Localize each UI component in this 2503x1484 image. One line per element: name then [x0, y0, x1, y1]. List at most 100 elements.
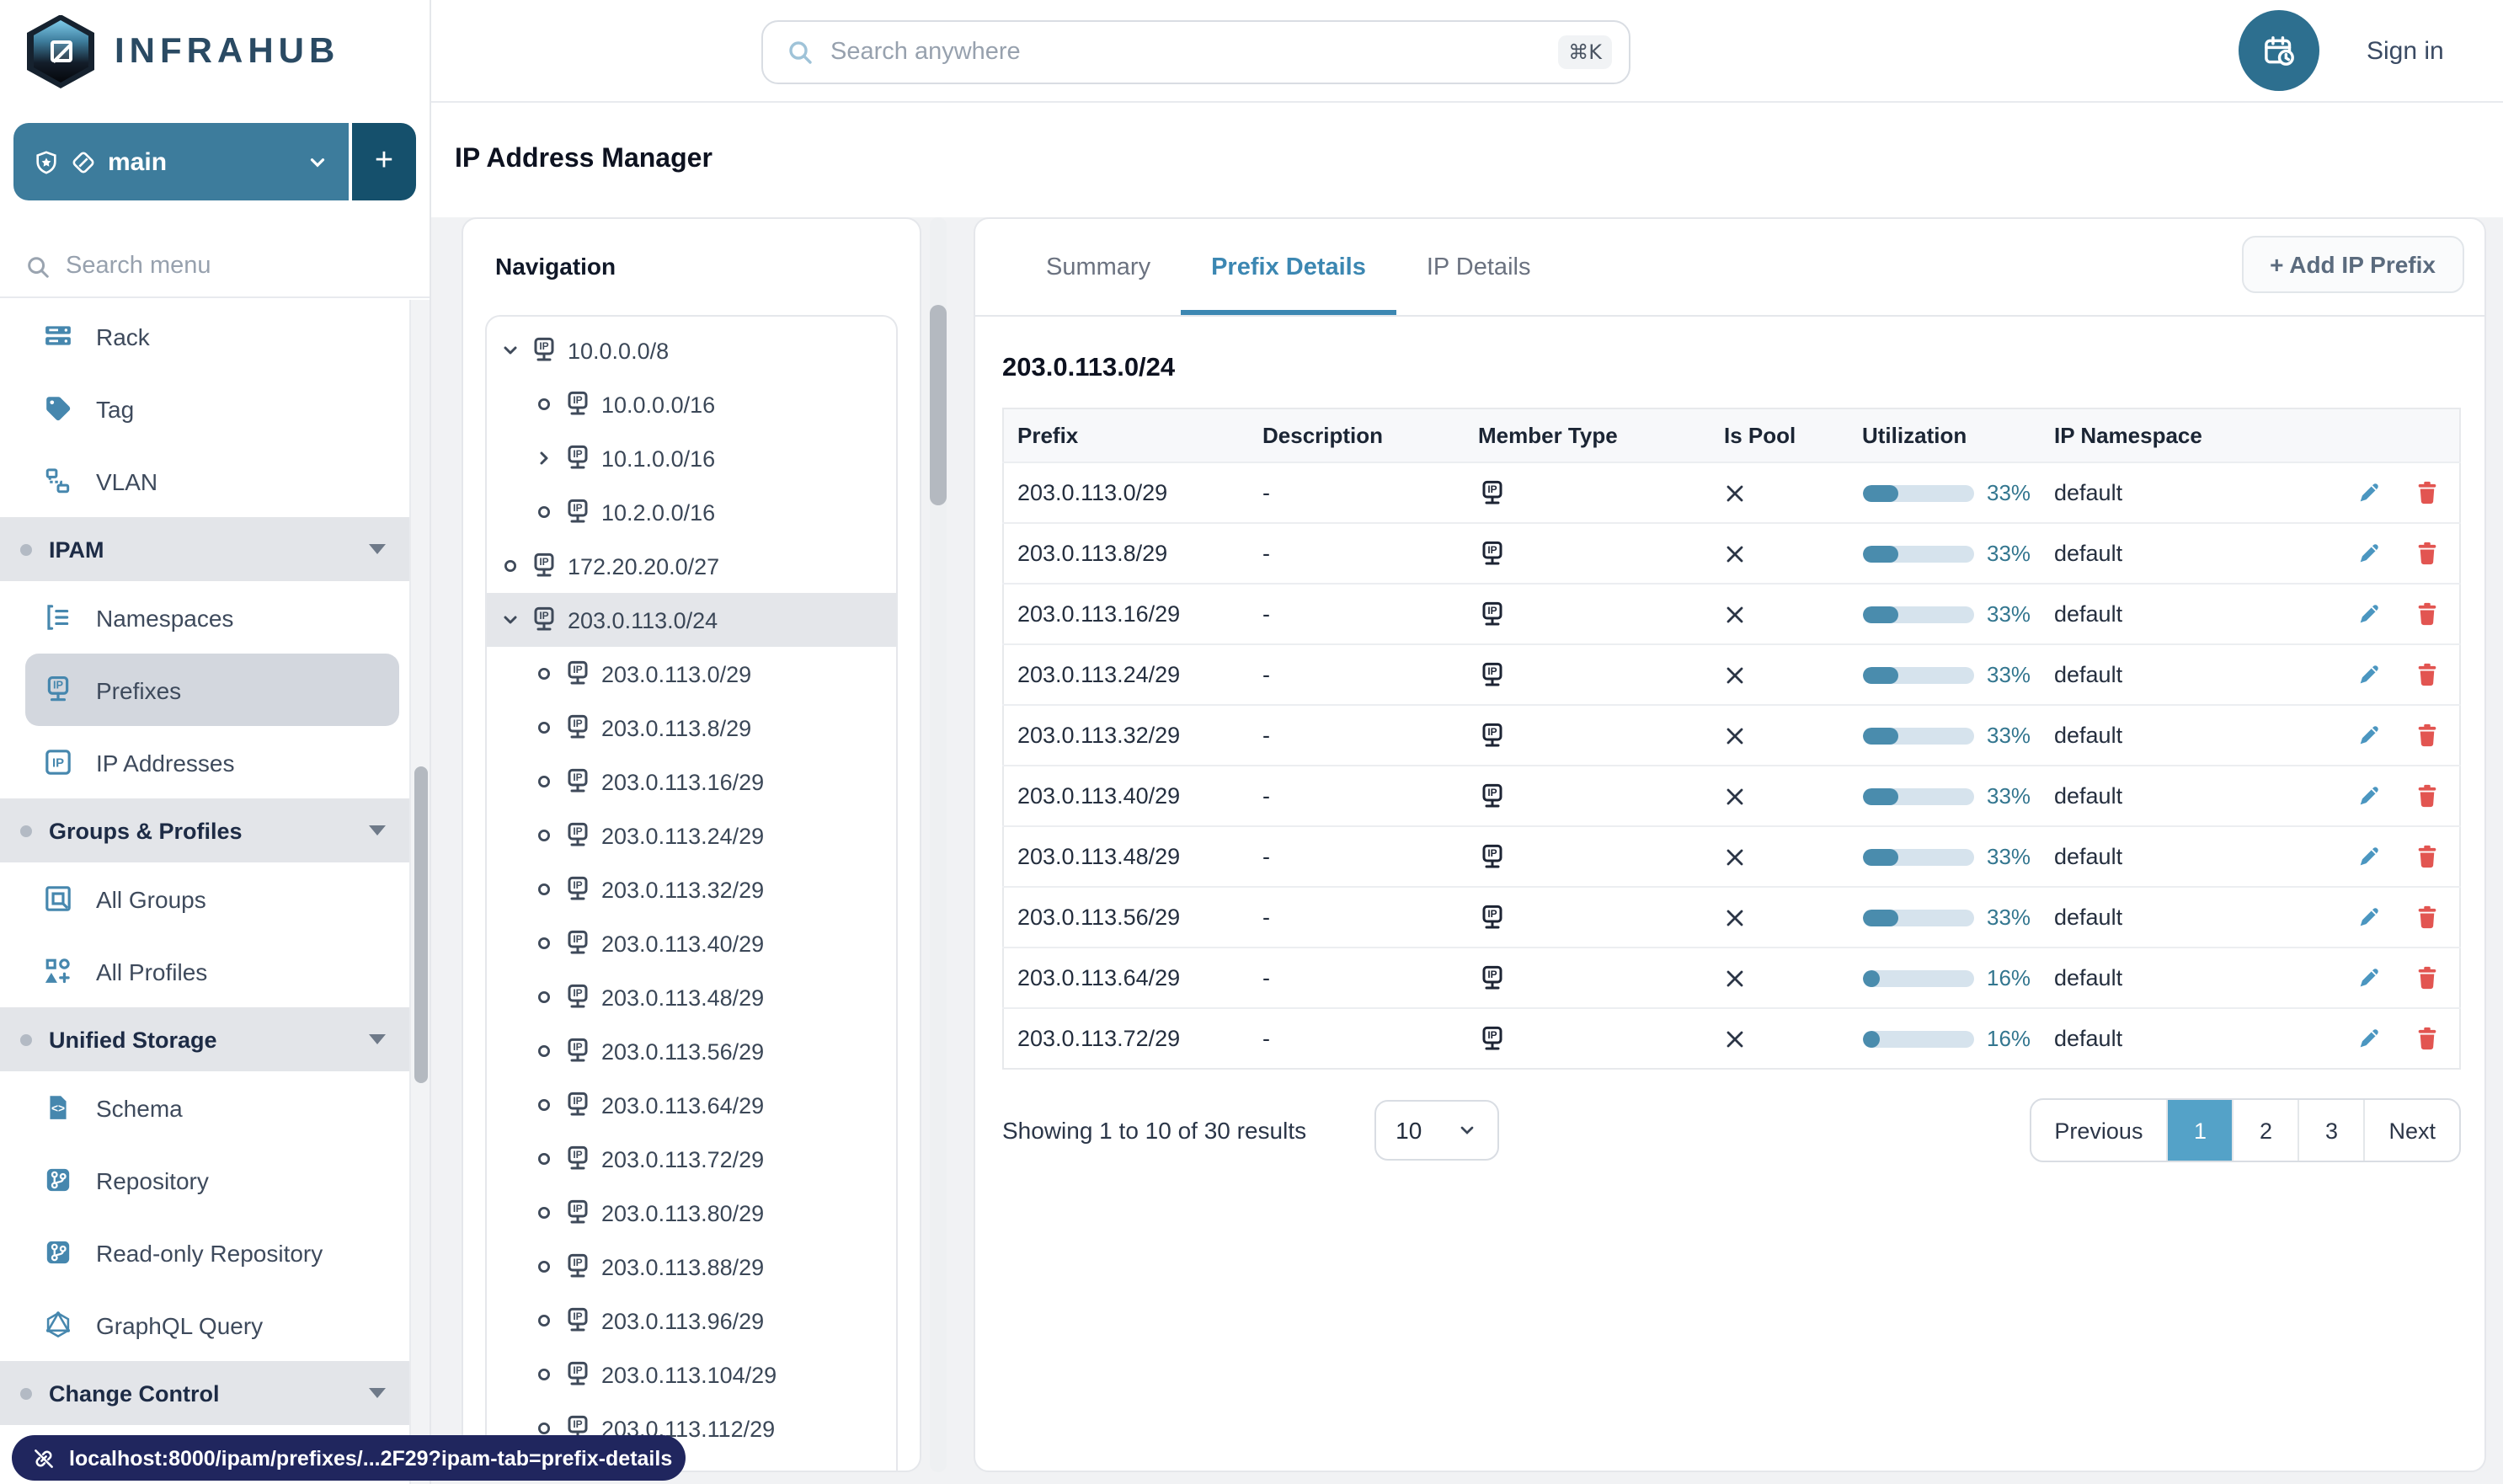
rack-icon — [44, 321, 74, 351]
tree-item-label: 203.0.113.24/29 — [601, 823, 765, 848]
tree-item[interactable]: IP 203.0.113.56/29 — [497, 1024, 896, 1078]
sidebar-section-ipam[interactable]: IPAM — [0, 517, 409, 581]
tree-item[interactable]: IP 203.0.113.0/29 — [497, 647, 896, 701]
proposed-change-icon — [71, 149, 96, 174]
sidebar-item-rack[interactable]: Rack — [0, 300, 409, 372]
tree-item[interactable]: IP 203.0.113.0/24 — [487, 593, 896, 647]
edit-row-button[interactable] — [2356, 723, 2382, 748]
page-button-3[interactable]: 3 — [2298, 1100, 2363, 1161]
tab-summary[interactable]: Summary — [1016, 219, 1181, 315]
sign-in-button[interactable]: Sign in — [2367, 0, 2444, 103]
trash-icon — [2418, 784, 2436, 808]
page-button-2[interactable]: 2 — [2232, 1100, 2298, 1161]
logo[interactable]: INFRAHUB — [0, 0, 430, 103]
table-footer: Showing 1 to 10 of 30 results 10 Previou… — [1002, 1098, 2461, 1162]
sidebar-section-change-control[interactable]: Change Control — [0, 1361, 409, 1425]
sidebar-section-unified-storage[interactable]: Unified Storage — [0, 1007, 409, 1071]
sidebar-section-label: Unified Storage — [49, 1027, 217, 1052]
tree-item[interactable]: IP 203.0.113.48/29 — [497, 970, 896, 1024]
delete-row-button[interactable] — [2415, 723, 2439, 748]
global-search[interactable]: ⌘K — [761, 20, 1630, 84]
tree-item[interactable]: IP 172.20.20.0/27 — [497, 539, 896, 593]
edit-row-button[interactable] — [2356, 783, 2382, 809]
tree-item-label: 203.0.113.32/29 — [601, 877, 765, 902]
topbar: ⌘K Sign in — [431, 0, 2503, 103]
create-branch-button[interactable]: + — [352, 123, 416, 200]
tree-item[interactable]: IP 203.0.113.16/29 — [497, 755, 896, 809]
tab-ip-details[interactable]: IP Details — [1396, 219, 1561, 315]
delete-row-button[interactable] — [2415, 783, 2439, 809]
trash-icon — [2418, 602, 2436, 626]
tab-bar: Summary Prefix Details IP Details + Add IP… — [975, 219, 2484, 317]
tree-item[interactable]: IP 203.0.113.88/29 — [497, 1240, 896, 1294]
add-ip-prefix-button[interactable]: + Add IP Prefix — [2241, 236, 2464, 293]
page-button-1[interactable]: 1 — [2166, 1100, 2233, 1161]
sidebar-item-repository[interactable]: Repository — [0, 1144, 409, 1216]
tree-item[interactable]: IP 203.0.113.8/29 — [497, 701, 896, 755]
tree-item[interactable]: IP 10.2.0.0/16 — [497, 485, 896, 539]
menu-search-input[interactable] — [66, 253, 352, 280]
prefix-member-icon: IP — [1478, 479, 1710, 506]
svg-text:IP: IP — [1486, 483, 1496, 494]
delete-row-button[interactable] — [2415, 662, 2439, 687]
delete-row-button[interactable] — [2415, 844, 2439, 869]
sidebar-item-tag[interactable]: Tag — [0, 372, 409, 445]
delete-row-button[interactable] — [2415, 1026, 2439, 1051]
edit-row-button[interactable] — [2356, 480, 2382, 505]
sidebar-item-all-profiles[interactable]: All Profiles — [0, 935, 409, 1007]
delete-row-button[interactable] — [2415, 601, 2439, 627]
svg-text:IP: IP — [1486, 786, 1496, 798]
edit-row-button[interactable] — [2356, 662, 2382, 687]
sidebar-item-ip-addresses[interactable]: IP IP Addresses — [0, 726, 409, 798]
delete-row-button[interactable] — [2415, 480, 2439, 505]
sidebar-item-all-groups[interactable]: All Groups — [0, 862, 409, 935]
svg-text:<>: <> — [51, 1100, 65, 1113]
sidebar-scrollbar[interactable] — [409, 300, 430, 1484]
delete-row-button[interactable] — [2415, 965, 2439, 990]
x-mark-icon — [1726, 909, 1742, 926]
sidebar-item-vlan[interactable]: VLAN — [0, 445, 409, 517]
time-travel-button[interactable] — [2239, 10, 2319, 91]
tree-item[interactable]: IP 203.0.113.72/29 — [497, 1132, 896, 1186]
previous-page-button[interactable]: Previous — [2031, 1100, 2166, 1161]
tree-item[interactable]: IP 10.0.0.0/8 — [497, 323, 896, 377]
tree-item[interactable]: IP 203.0.113.80/29 — [497, 1186, 896, 1240]
utilization-bar — [1862, 484, 1973, 501]
tree-item[interactable]: IP 10.1.0.0/16 — [497, 431, 896, 485]
tree-item[interactable]: IP 203.0.113.96/29 — [497, 1294, 896, 1348]
utilization-value: 33% — [1987, 541, 2031, 566]
sidebar-section-groups-profiles[interactable]: Groups & Profiles — [0, 798, 409, 862]
sidebar-item-read-only-repository[interactable]: Read-only Repository — [0, 1216, 409, 1289]
trash-icon — [2418, 1027, 2436, 1050]
sidebar-item-schema[interactable]: <> Schema — [0, 1071, 409, 1144]
tree-item[interactable]: IP 10.0.0.0/16 — [497, 377, 896, 431]
cell-prefix: 203.0.113.72/29 — [1003, 1007, 1249, 1069]
menu-search[interactable] — [0, 236, 430, 298]
tree-item-label: 172.20.20.0/27 — [568, 553, 720, 579]
sidebar-item-namespaces[interactable]: Namespaces — [0, 581, 409, 654]
edit-row-button[interactable] — [2356, 1026, 2382, 1051]
pencil-icon — [2360, 544, 2378, 563]
delete-row-button[interactable] — [2415, 541, 2439, 566]
branch-selector: main + — [13, 123, 416, 200]
tab-prefix-details[interactable]: Prefix Details — [1181, 219, 1396, 315]
sidebar-item-graphql-query[interactable]: GraphQL Query — [0, 1289, 409, 1361]
edit-row-button[interactable] — [2356, 965, 2382, 990]
edit-row-button[interactable] — [2356, 601, 2382, 627]
tree-item[interactable]: IP 203.0.113.64/29 — [497, 1078, 896, 1132]
tree-item[interactable]: IP 203.0.113.104/29 — [497, 1348, 896, 1401]
global-search-input[interactable] — [830, 39, 1542, 66]
edit-row-button[interactable] — [2356, 541, 2382, 566]
next-page-button[interactable]: Next — [2363, 1100, 2459, 1161]
delete-row-button[interactable] — [2415, 905, 2439, 930]
sidebar-item-prefixes[interactable]: IP Prefixes — [25, 654, 399, 726]
branch-dropdown[interactable]: main — [13, 123, 352, 200]
tree-item[interactable]: IP 203.0.113.24/29 — [497, 809, 896, 862]
tree-item[interactable]: IP 203.0.113.40/29 — [497, 916, 896, 970]
edit-row-button[interactable] — [2356, 844, 2382, 869]
tree-scrollbar[interactable] — [930, 217, 947, 1472]
page-size-select[interactable]: 10 — [1374, 1100, 1499, 1161]
sidebar-item-label: Read-only Repository — [96, 1239, 323, 1266]
edit-row-button[interactable] — [2356, 905, 2382, 930]
tree-item[interactable]: IP 203.0.113.32/29 — [497, 862, 896, 916]
